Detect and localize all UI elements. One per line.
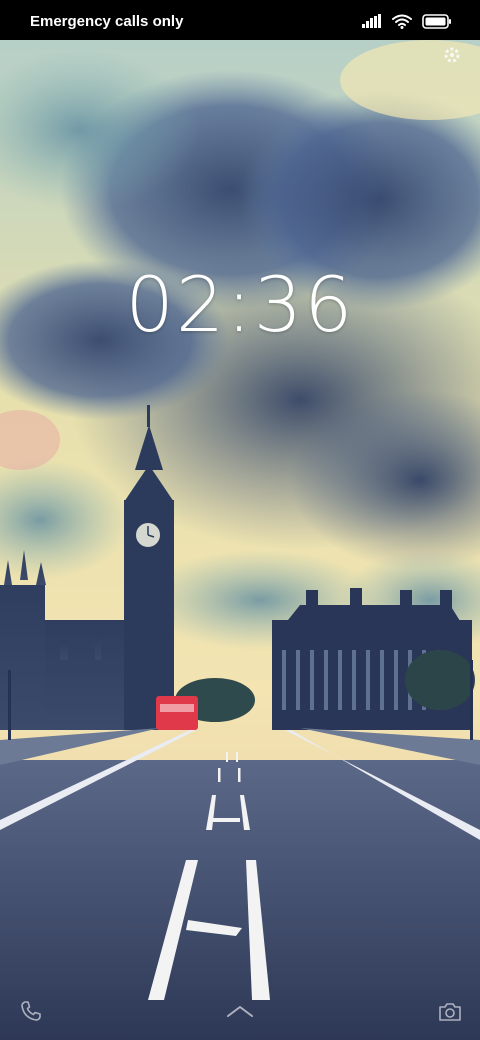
status-icons	[362, 13, 452, 29]
carrier-text: Emergency calls only	[30, 13, 184, 30]
lockscreen-wallpaper	[0, 40, 480, 1040]
wifi-icon	[392, 14, 412, 29]
status-bar: Emergency calls only	[0, 0, 480, 40]
camera-icon[interactable]	[438, 1002, 462, 1027]
chevron-up-icon[interactable]	[225, 1004, 255, 1023]
phone-icon[interactable]	[20, 1000, 42, 1027]
battery-icon	[422, 13, 452, 29]
gear-icon[interactable]	[442, 45, 462, 70]
lockscreen-clock: 02:36	[125, 260, 355, 349]
signal-icon	[362, 14, 382, 28]
